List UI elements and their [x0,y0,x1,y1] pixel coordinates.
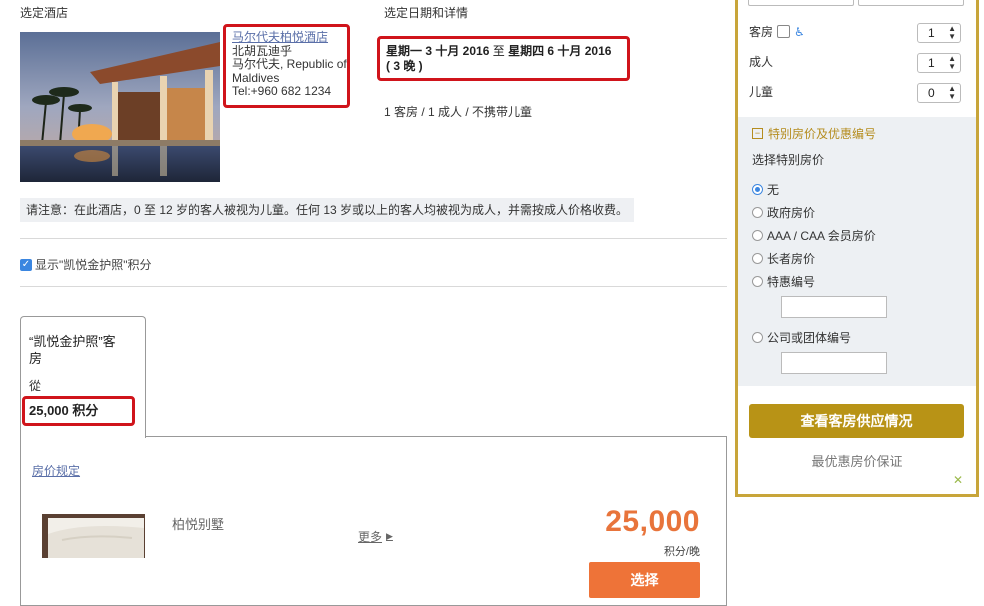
checkout-date: 星期四 6 十月 2016 [508,44,612,58]
radio-unselected[interactable] [752,276,763,287]
adults-stepper[interactable]: 1 ▲ ▼ [917,53,961,73]
booking-summary: 1 客房 / 1 成人 / 不携带儿童 [384,105,533,119]
nights-count: ( 3 晚 ) [386,59,423,73]
adults-label: 成人 [749,55,774,69]
rate-option-promo[interactable]: 特惠编号 [752,273,815,290]
rooms-value: 1 [928,26,935,40]
rooms-stepper[interactable]: 1 ▲ ▼ [917,23,961,43]
rate-option-label: 政府房价 [767,206,816,220]
rate-option-label: 特惠编号 [767,275,816,289]
checkin-date: 星期一 3 十月 2016 [386,44,490,58]
radio-unselected[interactable] [752,207,763,218]
select-room-button[interactable]: 选择 [589,562,700,598]
rooms-row: 客房 ♿ [749,23,805,40]
radio-unselected[interactable] [752,332,763,343]
wheelchair-icon: ♿ [794,24,805,39]
room-photo [42,514,145,558]
rate-option-label: AAA / CAA 会员房价 [767,229,876,243]
room-price-unit: 积分/晚 [663,546,700,558]
check-availability-button[interactable]: 查看客房供应情况 [749,404,964,438]
rate-option-label: 公司或团体编号 [767,331,852,345]
radio-unselected[interactable] [752,253,763,264]
hotel-name-link[interactable]: 马尔代夫柏悦酒店 [232,30,341,45]
show-points-checkbox[interactable]: ✓ [20,258,32,271]
show-points-row[interactable]: ✓ 显示"凯悦金护照"积分 [20,256,152,273]
special-rates-title: 特别房价及优惠编号 [768,127,877,141]
room-price: 25,000 [605,505,700,538]
collapse-icon: − [752,128,763,139]
selected-hotel-heading: 选定酒店 [20,6,69,20]
radio-unselected[interactable] [752,230,763,241]
rate-option-corporate[interactable]: 公司或团体编号 [752,329,851,346]
children-stepper[interactable]: 0 ▲ ▼ [917,83,961,103]
children-value: 0 [928,86,935,100]
points-tab-title-line1: “凯悦金护照”客 [29,334,116,349]
adults-value: 1 [928,56,935,70]
room-more-link[interactable]: 更多 ▶ [358,528,393,545]
close-icon[interactable]: ✕ [953,473,963,487]
checkin-date-input[interactable] [748,0,854,6]
hotel-address-line1: 北胡瓦迪乎 [232,43,293,58]
selected-dates-heading: 选定日期和详情 [384,6,469,20]
hotel-address-line2: 马尔代夫, Republic of [232,57,347,71]
rate-option-government[interactable]: 政府房价 [752,204,815,221]
divider [20,286,727,287]
rate-rules-link[interactable]: 房价规定 [32,462,80,479]
best-rate-guarantee-link[interactable]: 最优惠房价保证 [735,451,979,470]
points-from-label: 從 [29,379,42,393]
stepper-arrows-icon[interactable]: ▲ ▼ [948,25,956,41]
hotel-address-line3: Maldives [232,70,280,85]
show-points-label: 显示"凯悦金护照"积分 [35,258,152,272]
stepper-arrows-icon[interactable]: ▲ ▼ [948,55,956,71]
points-from-value: 25,000 积分 [22,396,135,426]
rate-option-senior[interactable]: 长者房价 [752,250,815,267]
stepper-arrows-icon[interactable]: ▲ ▼ [948,85,956,101]
corporate-code-input[interactable] [781,352,887,374]
rate-option-none[interactable]: 无 [752,181,779,198]
choose-special-rate-label: 选择特别房价 [752,153,825,167]
rooms-label: 客房 [749,25,774,39]
rate-option-aaa[interactable]: AAA / CAA 会员房价 [752,227,876,244]
rate-option-label: 无 [767,183,780,197]
room-more-label: 更多 [358,530,383,544]
date-separator: 至 [492,44,505,58]
special-rates-toggle[interactable]: − 特别房价及优惠编号 [752,125,876,142]
hotel-photo [20,32,220,182]
checkout-date-input[interactable] [858,0,964,6]
room-type-name: 柏悦别墅 [172,517,225,532]
hotel-info-box: 马尔代夫柏悦酒店 北胡瓦迪乎 马尔代夫, Republic of Maldive… [223,24,350,108]
hotel-phone: Tel:+960 682 1234 [232,84,332,98]
points-tab-title-line2: 房 [29,351,43,366]
promo-code-input[interactable] [781,296,887,318]
caret-right-icon: ▶ [386,531,393,541]
children-label: 儿童 [749,85,774,99]
rate-option-label: 长者房价 [767,252,816,266]
child-policy-notice: 请注意：在此酒店，0 至 12 岁的客人被视为儿童。任何 13 岁或以上的客人均… [20,198,634,222]
stay-dates-box: 星期一 3 十月 2016 至 星期四 6 十月 2016 ( 3 晚 ) [377,36,630,81]
radio-selected[interactable] [752,184,763,195]
divider [20,238,727,239]
accessible-room-checkbox[interactable] [777,25,791,38]
